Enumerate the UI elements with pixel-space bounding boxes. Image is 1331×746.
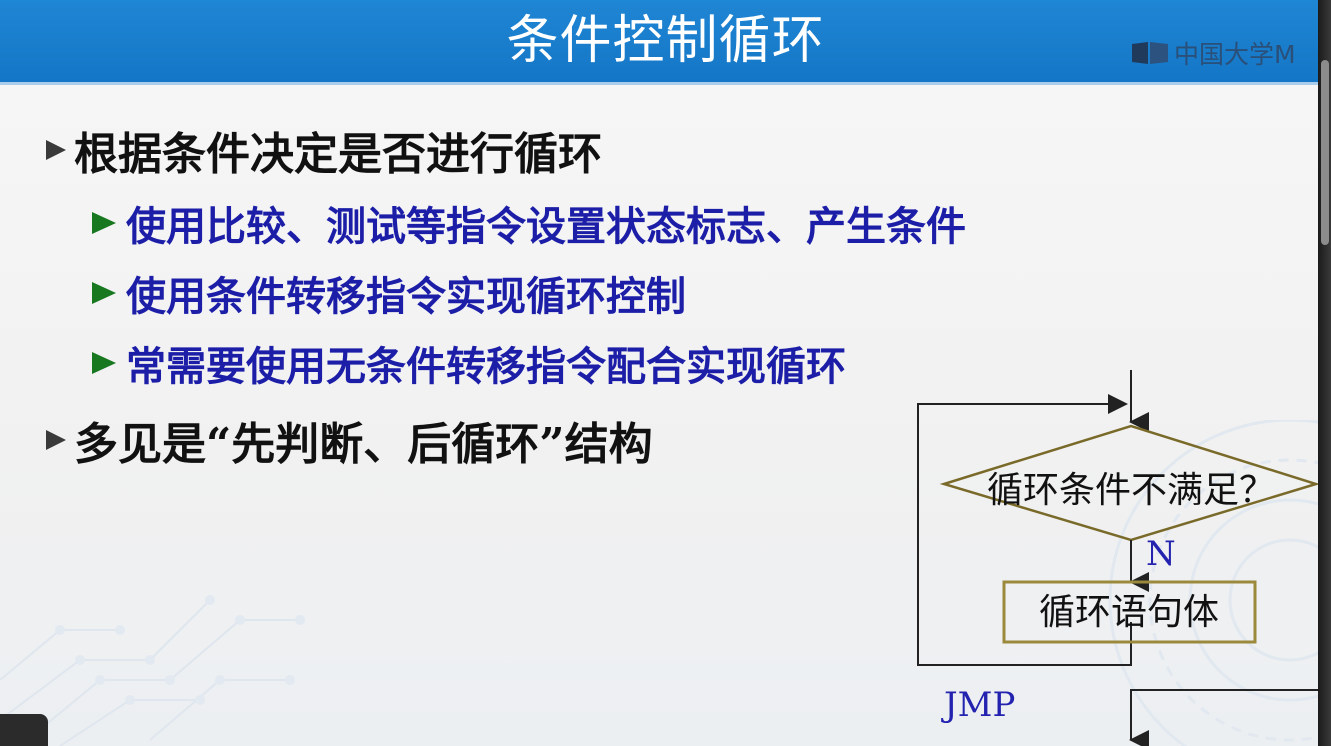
bullet-item: 多见是“先判断、后循环”结构 [46,408,653,472]
player-control-button[interactable] [0,714,48,746]
bullet-text: 根据条件决定是否进行循环 [74,129,602,180]
circuit-decoration [0,595,305,746]
mooc-logo: 中国大学M [1130,36,1296,70]
flowchart: 循环条件不满足？ N 循环语句体 JMP [917,370,1318,746]
sub-bullet-text: 常需要使用无条件转移指令配合实现循环 [126,343,846,390]
mooc-logo-icon [1132,42,1168,64]
bullet-item: 根据条件决定是否进行循环 [46,118,602,182]
sub-bullet-text: 使用比较、测试等指令设置状态标志、产生条件 [126,203,966,250]
bullet-triangle-icon [92,212,116,234]
branch-no-label: N [1146,534,1176,574]
bullet-text: 多见是“先判断、后循环”结构 [74,419,653,470]
jump-label: JMP [941,685,1015,725]
decision-label: 循环条件不满足？ [987,470,1275,511]
slide-title: 条件控制循环 [506,11,825,71]
sub-bullet-item: 常需要使用无条件转移指令配合实现循环 [92,334,846,392]
bullet-arrow-icon [46,430,66,450]
scrollbar-thumb[interactable] [1321,60,1329,245]
slide: 条件控制循环 中国大学M 根据条件决定是否进行循环 使用比较、测试等指令设置状态… [0,0,1318,746]
loop-body-label: 循环语句体 [1039,592,1219,633]
bullet-triangle-icon [92,282,116,304]
exit-line [1129,689,1318,746]
bullet-arrow-icon [46,140,66,160]
bullet-triangle-icon [92,352,116,374]
sub-bullet-item: 使用条件转移指令实现循环控制 [92,264,686,322]
sub-bullet-item: 使用比较、测试等指令设置状态标志、产生条件 [92,194,966,252]
sub-bullet-text: 使用条件转移指令实现循环控制 [126,273,686,320]
logo-text: 中国大学M [1174,40,1296,69]
